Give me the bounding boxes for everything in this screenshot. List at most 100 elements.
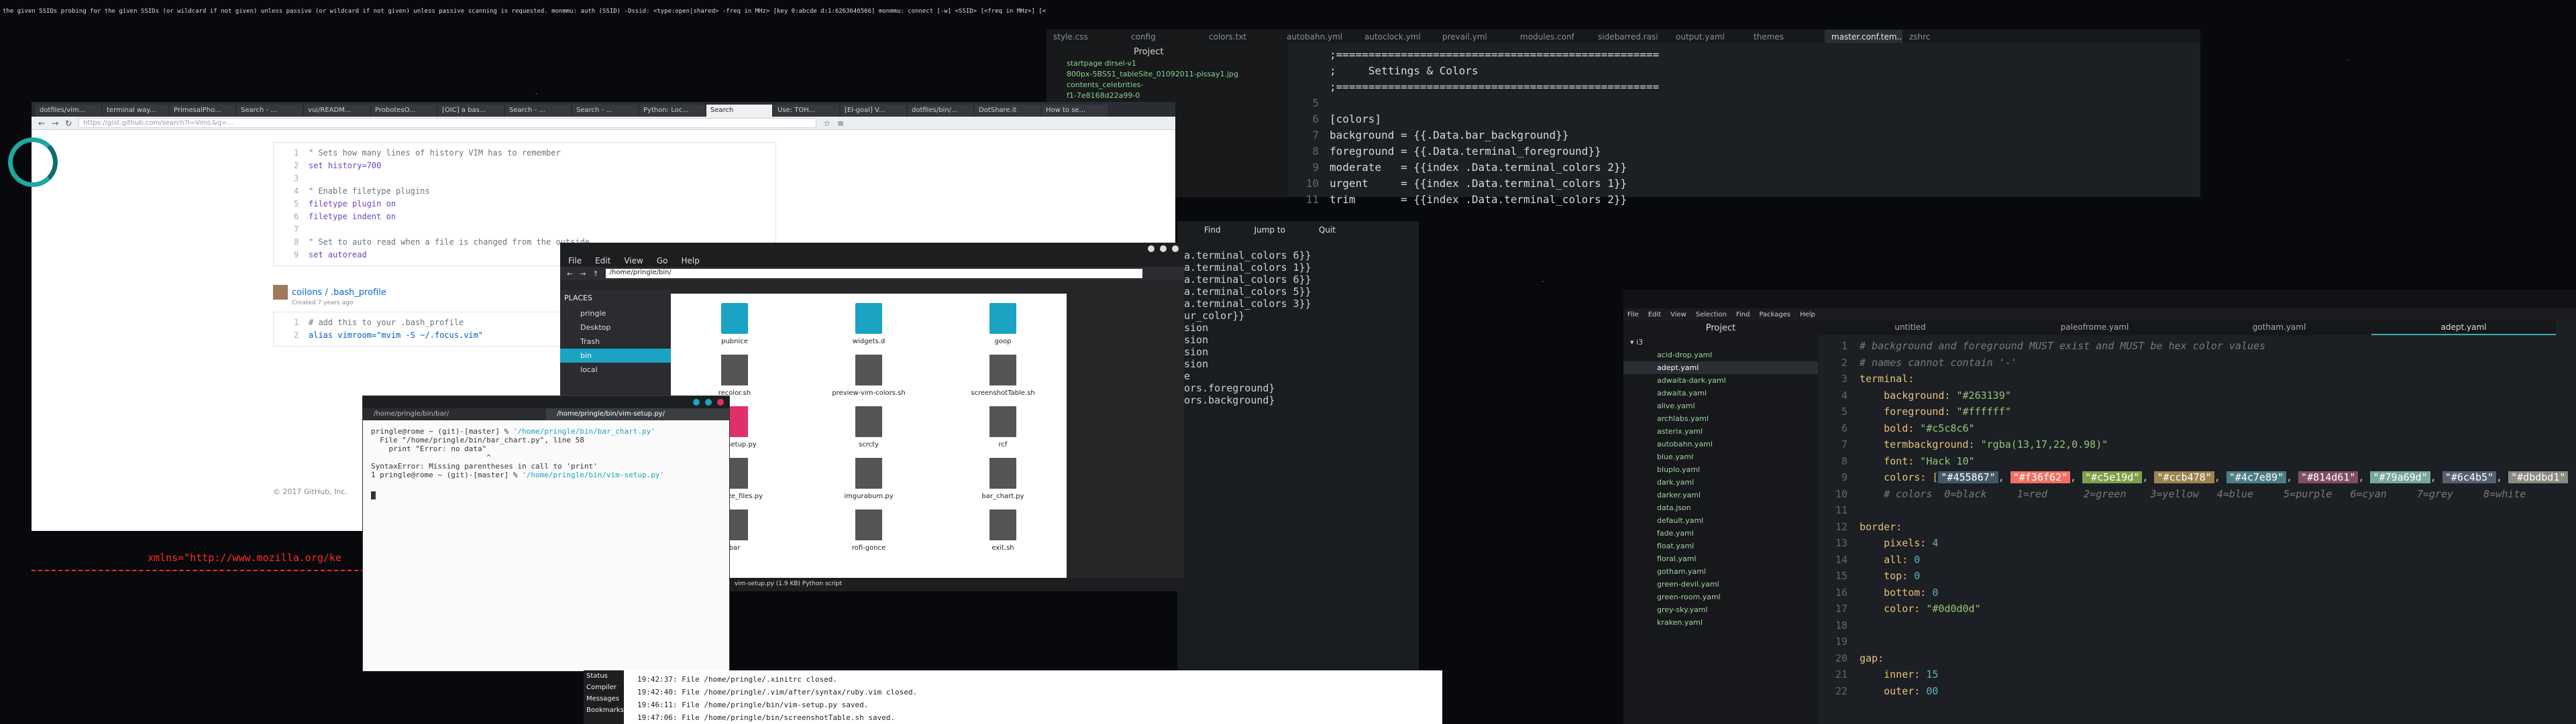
forward-icon[interactable]: → [580, 269, 586, 278]
file-item[interactable]: imgurabum.py [815, 458, 922, 500]
browser-tab[interactable]: PrimesalPho... [170, 105, 235, 117]
tree-file-item[interactable]: green-room.yaml [1623, 591, 1818, 603]
menu-item[interactable]: File [1627, 311, 1639, 320]
place-item[interactable]: Trash [560, 335, 671, 349]
editor-tab[interactable]: adept.yaml [2371, 320, 2556, 335]
file-item[interactable]: goop [949, 303, 1057, 345]
browser-tab[interactable]: vui/READM... [304, 105, 370, 117]
browser-tab[interactable]: [OIC] a bas... [438, 105, 504, 117]
tree-file-item[interactable]: adwaita.yaml [1623, 387, 1818, 400]
star-icon[interactable]: ☆ [823, 119, 830, 128]
sidebar-file-item[interactable]: 800px-5BSS1_tableSite_01092011-pissay1.j… [1046, 68, 1288, 78]
terminal-tab[interactable]: /home/pringle/bin/vim-setup.py/ [546, 408, 729, 420]
messages-tab[interactable]: Messages [584, 693, 624, 705]
menu-item[interactable]: Edit [1648, 311, 1661, 320]
editor-tab[interactable]: autobahn.yml [1280, 29, 1358, 43]
menu-item[interactable]: Go [657, 256, 668, 267]
browser-tab[interactable]: Search - ... [505, 105, 571, 117]
browser-tab[interactable]: dotfiles/bin/... [908, 105, 973, 117]
tree-file-item[interactable]: blue.yaml [1623, 450, 1818, 463]
tree-file-item[interactable]: kraken.yaml [1623, 616, 1818, 629]
browser-tab[interactable]: ProbotesO... [371, 105, 437, 117]
editor-tab[interactable]: prevail.yml [1436, 29, 1513, 43]
editor-tab[interactable]: master.conf.tem... [1825, 29, 1902, 43]
path-input[interactable]: /home/pringle/bin/ [605, 269, 1142, 278]
maximize-icon[interactable] [1160, 245, 1167, 252]
menu-item[interactable]: File [568, 256, 582, 267]
terminal-output[interactable]: pringle@rome ~ (git)-[master] % '/home/p… [363, 420, 729, 506]
atom-code-area[interactable]: 1 # background and foreground MUST exist … [1818, 338, 2576, 699]
sidebar-file-item[interactable]: f1-7e8168d22a99-0 [1046, 89, 1288, 100]
menu-item[interactable]: View [624, 256, 643, 267]
up-icon[interactable]: ↑ [592, 269, 598, 278]
tree-file-item[interactable]: acid-drop.yaml [1623, 349, 1818, 361]
tree-file-item[interactable]: grey-sky.yaml [1623, 603, 1818, 616]
tree-file-item[interactable]: floral.yaml [1623, 552, 1818, 565]
file-item[interactable]: exit.sh [949, 509, 1057, 552]
tree-file-item[interactable]: autobahn.yaml [1623, 438, 1818, 450]
back-icon[interactable]: ← [567, 269, 573, 278]
place-item[interactable]: pringle [560, 306, 671, 320]
editor-tab[interactable]: output.yaml [1669, 29, 1747, 43]
tree-file-item[interactable]: adwaita-dark.yaml [1623, 374, 1818, 387]
menu-item[interactable]: Edit [595, 256, 610, 267]
place-item[interactable]: Desktop [560, 320, 671, 335]
close-icon[interactable] [1172, 245, 1179, 252]
find-button[interactable]: Find [1204, 225, 1221, 235]
menu-item[interactable]: Help [1800, 311, 1815, 320]
tree-file-item[interactable]: asterix.yaml [1623, 425, 1818, 438]
menu-item[interactable]: Selection [1696, 311, 1727, 320]
tree-file-item[interactable]: alive.yaml [1623, 400, 1818, 412]
tree-folder-i3[interactable]: ▾ i3 [1623, 336, 1818, 349]
file-item[interactable]: scrcty [815, 406, 922, 448]
file-item[interactable]: rcf [949, 406, 1057, 448]
menu-item[interactable]: Packages [1759, 311, 1790, 320]
tree-file-item[interactable]: data.json [1623, 501, 1818, 514]
menu-icon[interactable]: ≡ [837, 119, 844, 128]
browser-tab[interactable]: terminal way... [103, 105, 168, 117]
jump-to-button[interactable]: Jump to [1254, 225, 1285, 235]
file-item[interactable]: rofi-gonce [815, 509, 922, 552]
editor-tab[interactable]: untitled [1818, 320, 2002, 335]
maximize-icon[interactable] [705, 399, 712, 406]
tree-file-item[interactable]: gotham.yaml [1623, 565, 1818, 578]
tree-file-item[interactable]: archlabs.yaml [1623, 412, 1818, 425]
tree-file-item[interactable]: darker.yaml [1623, 489, 1818, 501]
menu-item[interactable]: Help [681, 256, 699, 267]
browser-tab[interactable]: dotfiles/vim... [36, 105, 101, 117]
editor-tab[interactable]: themes [1747, 29, 1825, 43]
file-item[interactable]: screenshotTable.sh [949, 355, 1057, 397]
browser-tab[interactable]: Search - ... [572, 105, 638, 117]
close-icon[interactable] [717, 399, 724, 406]
place-item[interactable]: bin [560, 349, 671, 363]
tree-file-item[interactable]: dark.yaml [1623, 476, 1818, 489]
tree-file-item[interactable]: bluplo.yaml [1623, 463, 1818, 476]
editor-tab[interactable]: zshrc [1902, 29, 1980, 43]
browser-tab[interactable]: DotShare.it [975, 105, 1040, 117]
sidebar-file-item[interactable]: contents_celebrities- [1046, 78, 1288, 89]
forward-icon[interactable]: → [52, 119, 58, 128]
editor-tab[interactable]: autoclock.yml [1358, 29, 1436, 43]
editor-tab[interactable]: gotham.yaml [2187, 320, 2371, 335]
editor-tab[interactable]: paleofrome.yaml [2002, 320, 2187, 335]
back-icon[interactable]: ← [38, 119, 45, 128]
terminal-tab[interactable]: /home/pringle/bin/bar/ [363, 408, 546, 420]
tree-file-item[interactable]: float.yaml [1623, 540, 1818, 552]
tree-file-item[interactable]: default.yaml [1623, 514, 1818, 527]
avatar[interactable] [273, 285, 288, 300]
minimize-icon[interactable] [693, 399, 700, 406]
browser-tab[interactable]: How to se... [1042, 105, 1108, 117]
minimize-icon[interactable] [1148, 245, 1155, 252]
sidebar-file-item[interactable]: startpage dirsel-v1 [1046, 57, 1288, 68]
editor-tab[interactable]: sidebarred.rasi [1591, 29, 1669, 43]
editor-tab[interactable]: style.css [1046, 29, 1124, 43]
menu-item[interactable]: View [1670, 311, 1686, 320]
quit-button[interactable]: Quit [1319, 225, 1336, 235]
file-item[interactable]: bar_chart.py [949, 458, 1057, 500]
reload-icon[interactable]: ↻ [65, 119, 72, 128]
file-item[interactable]: recolor.sh [681, 355, 788, 397]
menu-item[interactable]: Find [1736, 311, 1750, 320]
editor-tab[interactable]: config [1124, 29, 1202, 43]
messages-tab[interactable]: Status [584, 670, 624, 682]
browser-tab[interactable]: Use: TOH... [773, 105, 839, 117]
